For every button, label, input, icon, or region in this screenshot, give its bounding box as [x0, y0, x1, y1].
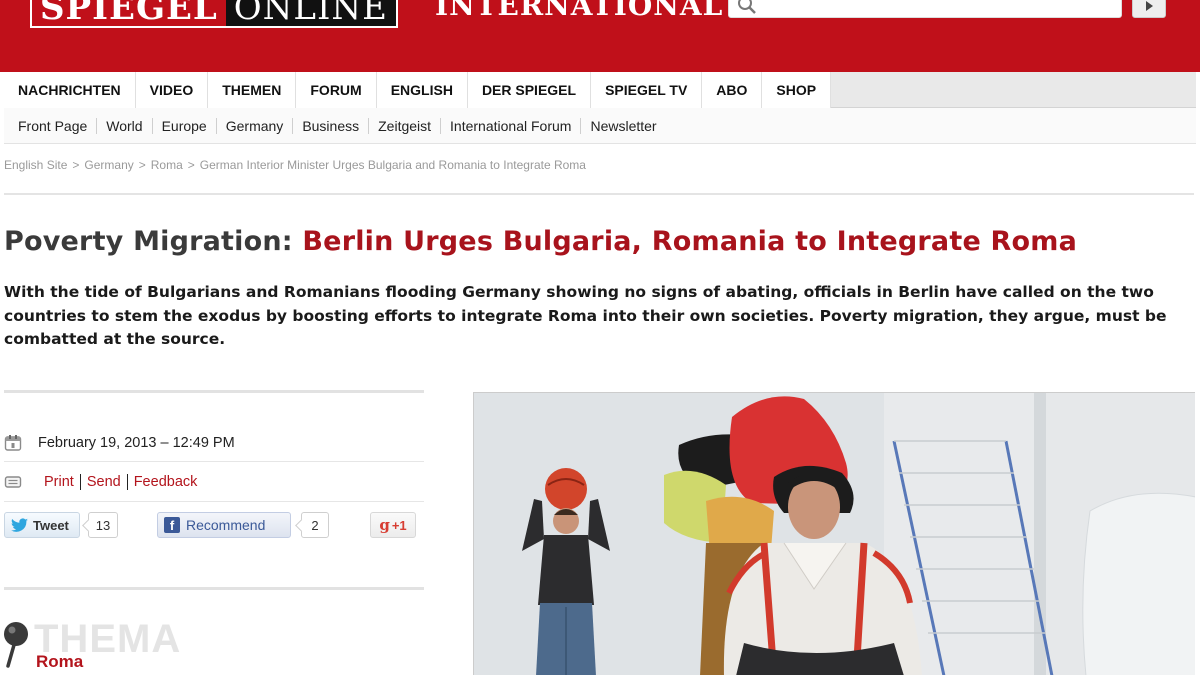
mainnav-item-nachrichten[interactable]: NACHRICHTEN: [4, 72, 136, 108]
divider: [4, 390, 424, 393]
main-navigation: NACHRICHTEN VIDEO THEMEN FORUM ENGLISH D…: [4, 72, 1196, 108]
mainnav-item-forum[interactable]: FORUM: [296, 72, 377, 108]
divider: [4, 193, 1194, 195]
breadcrumb-separator: >: [138, 158, 146, 172]
site-header: SPIEGEL ONLINE INTERNATIONAL: [0, 0, 1200, 72]
feedback-link[interactable]: Feedback: [128, 474, 204, 490]
breadcrumb-separator: >: [187, 158, 195, 172]
thema-box: THEMA Roma: [0, 616, 260, 675]
mainnav-item-der-spiegel[interactable]: DER SPIEGEL: [467, 72, 592, 108]
sub-navigation: Front Page World Europe Germany Business…: [4, 108, 1196, 144]
article-headline: Poverty Migration: Berlin Urges Bulgaria…: [4, 226, 1077, 257]
subnav-item-zeitgeist[interactable]: Zeitgeist: [369, 118, 442, 134]
subnav-item-europe[interactable]: Europe: [153, 118, 217, 134]
edition-label[interactable]: INTERNATIONAL: [435, 0, 723, 26]
gplus-label: +1: [391, 517, 407, 533]
divider: [4, 587, 424, 590]
search-icon: [736, 0, 758, 16]
subnav-item-germany[interactable]: Germany: [217, 118, 294, 134]
thema-topic-link[interactable]: Roma: [36, 652, 83, 672]
breadcrumb-link-germany[interactable]: Germany: [84, 158, 133, 172]
mainnav-item-english[interactable]: ENGLISH: [376, 72, 468, 108]
article-intro: With the tide of Bulgarians and Romanian…: [4, 283, 1167, 348]
recommend-label: Recommend: [186, 517, 266, 533]
facebook-recommend-button[interactable]: f Recommend: [157, 512, 291, 538]
article-kicker: Poverty Migration:: [4, 226, 293, 257]
tweet-label: Tweet: [33, 517, 69, 533]
google-plus-icon: g: [379, 516, 390, 534]
subnav-item-world[interactable]: World: [97, 118, 153, 134]
send-link[interactable]: Send: [81, 473, 128, 490]
subnav-item-international-forum[interactable]: International Forum: [441, 118, 582, 134]
article-actions-row: Print Send Feedback: [4, 462, 424, 502]
mainnav-item-shop[interactable]: SHOP: [762, 72, 832, 108]
breadcrumb: English Site > Germany > Roma > German I…: [4, 158, 586, 172]
breadcrumb-separator: >: [72, 158, 80, 172]
article-date-row: February 19, 2013 – 12:49 PM: [4, 424, 424, 462]
tweet-count: 13: [88, 512, 118, 538]
subnav-item-newsletter[interactable]: Newsletter: [581, 118, 665, 134]
site-logo[interactable]: SPIEGEL ONLINE: [30, 0, 398, 28]
recommend-count: 2: [301, 512, 329, 538]
printer-icon: [4, 473, 22, 491]
twitter-bird-icon: [11, 518, 29, 532]
search-submit-button[interactable]: [1132, 0, 1166, 18]
calendar-icon: [4, 434, 22, 452]
tweet-button[interactable]: Tweet: [4, 512, 80, 538]
pin-icon: [2, 620, 32, 674]
arrow-right-icon: [1144, 0, 1154, 12]
subnav-item-front-page[interactable]: Front Page: [4, 118, 98, 134]
social-share-bar: Tweet 13 f Recommend 2 g +1: [4, 512, 424, 540]
print-link[interactable]: Print: [38, 473, 81, 490]
mainnav-item-abo[interactable]: ABO: [702, 72, 763, 108]
logo-online: ONLINE: [225, 0, 396, 28]
breadcrumb-link-roma[interactable]: Roma: [151, 158, 183, 172]
article-title: Berlin Urges Bulgaria, Romania to Integr…: [302, 226, 1078, 257]
article-photo-illustration: [474, 393, 1195, 675]
mainnav-item-themen[interactable]: THEMEN: [208, 72, 297, 108]
google-plus-button[interactable]: g +1: [370, 512, 416, 538]
mainnav-item-spiegel-tv[interactable]: SPIEGEL TV: [591, 72, 703, 108]
mainnav-item-video[interactable]: VIDEO: [135, 72, 209, 108]
subnav-item-business[interactable]: Business: [293, 118, 370, 134]
search-input[interactable]: [728, 0, 1122, 18]
facebook-icon: f: [164, 517, 180, 533]
breadcrumb-link-english-site[interactable]: English Site: [4, 158, 67, 172]
article-date: February 19, 2013 – 12:49 PM: [38, 434, 235, 451]
breadcrumb-current-page: German Interior Minister Urges Bulgaria …: [199, 158, 586, 172]
logo-spiegel: SPIEGEL: [32, 0, 226, 28]
article-photo[interactable]: [473, 392, 1195, 675]
